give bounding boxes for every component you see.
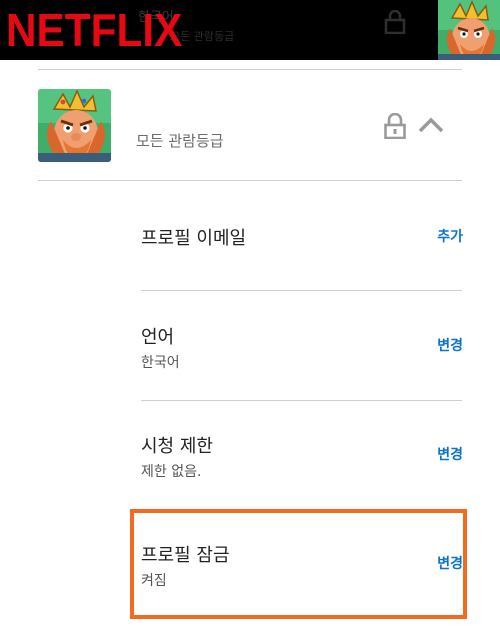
ghost-lock-icon — [384, 10, 406, 34]
language-value: 한국어 — [141, 355, 180, 371]
profile-email-add-link[interactable]: 추가 — [437, 226, 463, 246]
divider-profile — [38, 180, 462, 181]
divider-1 — [141, 290, 462, 291]
viewing-restrictions-title: 시청 제한 — [141, 436, 213, 457]
language-title: 언어 — [141, 327, 175, 348]
chevron-up-icon[interactable] — [418, 116, 444, 134]
top-bar: 한국어 모든 관람등급 NETFLIX — [0, 0, 500, 60]
viewing-restrictions-value: 제한 없음. — [141, 464, 202, 480]
profile-lock-title: 프로필 잠금 — [141, 545, 230, 566]
profile-lock-change-link[interactable]: 변경 — [437, 553, 463, 573]
language-change-link[interactable]: 변경 — [437, 335, 463, 355]
profile-lock-value: 켜짐 — [141, 573, 167, 589]
divider-2 — [141, 400, 462, 401]
viewing-restrictions-change-link[interactable]: 변경 — [437, 444, 463, 464]
lock-icon — [384, 113, 406, 139]
profile-email-title: 프로필 이메일 — [141, 228, 247, 249]
profile-avatar-icon[interactable] — [38, 89, 111, 162]
profile-avatar-icon[interactable] — [438, 0, 500, 60]
divider-top — [38, 69, 462, 70]
netflix-logo[interactable]: NETFLIX — [6, 4, 182, 56]
maturity-rating-label: 모든 관람등급 — [136, 132, 224, 150]
